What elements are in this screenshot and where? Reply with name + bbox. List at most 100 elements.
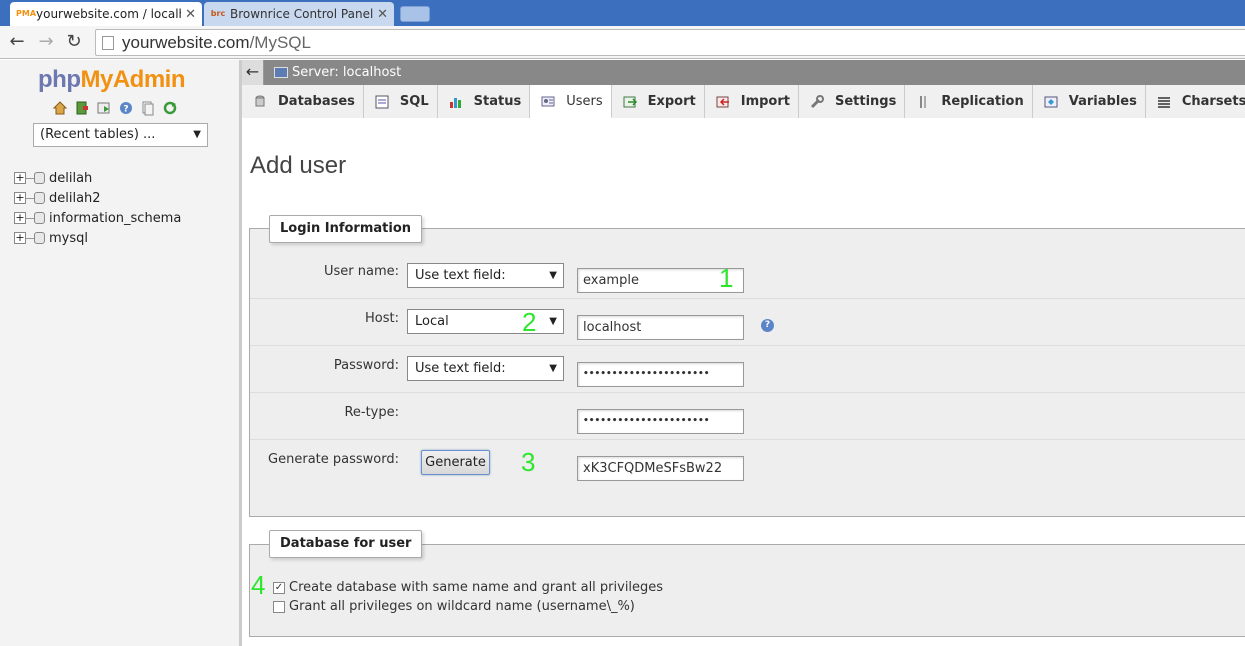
reload-navigation-icon[interactable] (162, 100, 178, 116)
browser-tab-pma[interactable]: PMA yourwebsite.com / localhost ✕ (10, 2, 202, 26)
expand-icon[interactable]: + (14, 172, 26, 184)
tab-import[interactable]: Import (704, 85, 799, 118)
db-item-delilah2[interactable]: + delilah2 (14, 188, 181, 208)
retype-label: Re-type: (344, 405, 399, 420)
server-label[interactable]: Server: localhost (292, 65, 401, 80)
new-tab-button[interactable] (400, 6, 430, 22)
url-text: yourwebsite.com/MySQL (122, 32, 311, 52)
password-row: Password: Use text field: ▼ ••••••••••••… (250, 346, 1245, 393)
address-bar[interactable]: yourwebsite.com/MySQL (95, 29, 1245, 56)
wildcard-privileges-checkbox[interactable] (273, 600, 285, 613)
users-icon (540, 93, 556, 109)
charsets-icon (1156, 94, 1172, 110)
annotation-1: 1 (719, 263, 734, 293)
query-window-icon[interactable] (96, 100, 112, 116)
host-mode-select[interactable]: Local ▼ (407, 309, 564, 334)
username-mode-select[interactable]: Use text field: ▼ (407, 263, 564, 288)
host-label: Host: (365, 311, 399, 326)
annotation-4: 4 (251, 570, 266, 600)
help-icon[interactable]: ? (118, 100, 134, 116)
home-icon[interactable] (52, 100, 68, 116)
expand-icon[interactable]: + (14, 212, 26, 224)
server-breadcrumb: ← Server: localhost (242, 60, 1245, 85)
export-icon (622, 94, 638, 110)
generate-password-label: Generate password: (268, 452, 399, 467)
quick-links: ? (52, 100, 178, 116)
page-title: Add user (250, 152, 347, 179)
retype-password-input[interactable]: •••••••••••••••••••••• (577, 409, 744, 434)
expand-icon[interactable]: + (14, 232, 26, 244)
close-tab-icon[interactable]: ✕ (185, 7, 196, 22)
server-icon (274, 67, 288, 78)
tab-export[interactable]: Export (611, 85, 705, 118)
db-item-information-schema[interactable]: + information_schema (14, 208, 181, 228)
dropdown-arrow-icon: ▼ (549, 363, 557, 374)
tab-settings[interactable]: Settings (798, 85, 906, 118)
browser-toolbar: ← → ↻ yourwebsite.com/MySQL (0, 26, 1245, 59)
create-database-checkbox[interactable]: ✓ (273, 581, 285, 594)
database-icon (34, 172, 45, 184)
logout-icon[interactable] (74, 100, 90, 116)
retype-row: Re-type: •••••••••••••••••••••• (250, 393, 1245, 440)
annotation-2: 2 (522, 307, 537, 337)
dropdown-arrow-icon: ▼ (549, 316, 557, 327)
page-icon (102, 35, 114, 50)
recent-tables-select[interactable]: (Recent tables) ... ▼ (33, 123, 208, 147)
databases-icon (252, 94, 268, 110)
pma-favicon-icon: PMA (16, 9, 37, 18)
forward-arrow-icon[interactable]: → (35, 32, 57, 54)
wildcard-privileges-option[interactable]: Grant all privileges on wildcard name (u… (273, 599, 635, 614)
reload-icon[interactable]: ↻ (63, 32, 85, 54)
settings-icon (809, 94, 825, 110)
host-row: Host: Local ▼ localhost ? (250, 299, 1245, 346)
main-tabs: Databases SQL Status Users Export Import… (242, 85, 1245, 118)
sql-icon (374, 94, 390, 110)
back-arrow-icon[interactable]: ← (6, 32, 28, 54)
login-information-legend: Login Information (269, 215, 423, 243)
tab-status[interactable]: Status (437, 85, 531, 118)
dropdown-arrow-icon: ▼ (549, 270, 557, 281)
collapse-navigation-button[interactable]: ← (242, 60, 264, 85)
left-navigation: phpMyAdmin ? (Recent tables) ... ▼ + del… (0, 60, 239, 646)
database-tree: + delilah + delilah2 + information_schem… (14, 168, 181, 248)
browser-tab-title: Brownrice Control Panel (230, 7, 374, 21)
navigation-resizer[interactable] (239, 60, 242, 646)
import-icon (715, 94, 731, 110)
password-input[interactable]: •••••••••••••••••••••• (577, 362, 744, 387)
status-icon (448, 94, 464, 110)
replication-icon (915, 94, 931, 110)
browser-tabbar: PMA yourwebsite.com / localhost ✕ brc Br… (0, 0, 1245, 26)
password-mode-select[interactable]: Use text field: ▼ (407, 356, 564, 381)
username-row: User name: Use text field: ▼ example (250, 252, 1245, 299)
tab-replication[interactable]: Replication (905, 85, 1033, 118)
generated-password-input[interactable]: xK3CFQDMeSFsBw22 (577, 456, 744, 481)
svg-text:?: ? (123, 105, 128, 115)
generate-password-row: Generate password: Generate xK3CFQDMeSFs… (250, 440, 1245, 490)
tab-users[interactable]: Users (530, 85, 612, 118)
username-label: User name: (323, 264, 399, 279)
create-database-option[interactable]: ✓ Create database with same name and gra… (273, 580, 663, 595)
tab-databases[interactable]: Databases (242, 85, 364, 118)
generate-button[interactable]: Generate (421, 450, 490, 475)
host-input[interactable]: localhost (577, 315, 744, 340)
expand-icon[interactable]: + (14, 192, 26, 204)
database-for-user-legend: Database for user (269, 530, 423, 558)
close-tab-icon[interactable]: ✕ (377, 7, 388, 22)
browser-tab-title: yourwebsite.com / localhost (36, 7, 181, 21)
password-label: Password: (333, 358, 399, 373)
database-icon (34, 192, 45, 204)
annotation-3: 3 (521, 447, 536, 477)
tab-sql[interactable]: SQL (363, 85, 438, 118)
tab-variables[interactable]: Variables (1032, 85, 1146, 118)
db-item-delilah[interactable]: + delilah (14, 168, 181, 188)
db-item-mysql[interactable]: + mysql (14, 228, 181, 248)
documentation-icon[interactable] (140, 100, 156, 116)
database-icon (34, 232, 45, 244)
variables-icon (1043, 94, 1059, 110)
dropdown-arrow-icon: ▼ (193, 129, 201, 140)
tab-charsets[interactable]: Charsets (1145, 85, 1245, 118)
help-icon[interactable]: ? (761, 319, 774, 332)
brownrice-favicon-icon: brc (210, 9, 226, 18)
browser-tab-brownrice[interactable]: brc Brownrice Control Panel ✕ (204, 2, 394, 26)
phpmyadmin-logo[interactable]: phpMyAdmin (38, 66, 186, 94)
